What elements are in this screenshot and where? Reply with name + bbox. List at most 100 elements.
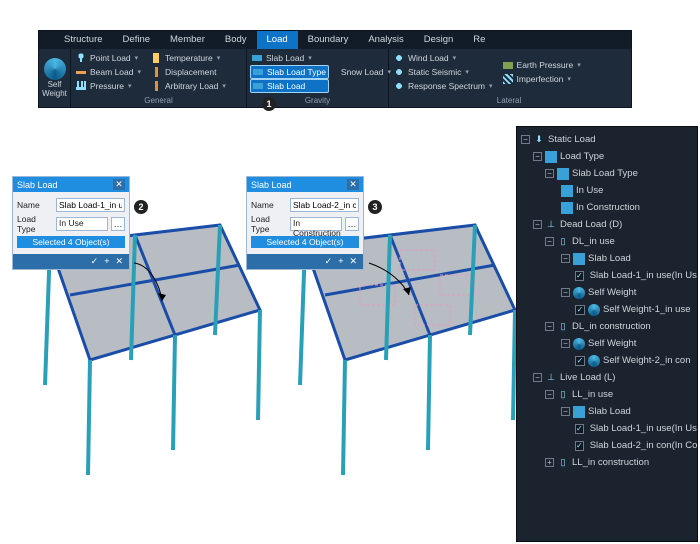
tree-slab-load-2g[interactable]: −Slab Load	[521, 403, 695, 420]
earth-icon	[503, 60, 513, 70]
static-seismic-button[interactable]: Static Seismic▾	[392, 65, 495, 79]
check-icon[interactable]: ✓	[575, 271, 584, 281]
tree-live-load[interactable]: −⊥Live Load (L)	[521, 369, 695, 386]
earth-pressure-button[interactable]: Earth Pressure▾	[501, 58, 583, 72]
tree-self-weight-1[interactable]: ✓Self Weight-1_in use	[521, 301, 695, 318]
check-icon[interactable]: ✓	[575, 356, 585, 366]
static-load-icon: ⬇	[533, 134, 545, 146]
self-weight-item-icon2	[588, 355, 600, 367]
callout-badge-1: 1	[262, 97, 276, 111]
wind-icon	[394, 53, 404, 63]
tab-body[interactable]: Body	[215, 31, 257, 49]
callout-line-3	[355, 215, 425, 305]
tree-static-load[interactable]: −⬇Static Load	[521, 131, 695, 148]
slab-load-icon2	[253, 81, 263, 91]
dialog2-type-label: Load Type	[251, 214, 287, 234]
dialog1-type-select[interactable]: In Use	[56, 217, 108, 231]
tree-slab-load-1b[interactable]: ✓Slab Load-1_in use(In Use)	[521, 420, 695, 437]
tree-self-weight-2[interactable]: ✓Self Weight-2_in con	[521, 352, 695, 369]
response-icon	[394, 81, 404, 91]
arbitrary-load-button[interactable]: Arbitrary Load▾	[149, 79, 228, 93]
tree-slab-load-2[interactable]: ✓Slab Load-2_in con(In Construction)	[521, 437, 695, 454]
tree-in-use[interactable]: In Use	[521, 182, 695, 199]
self-weight-icon	[573, 287, 585, 299]
tree-dead-load[interactable]: −⊥Dead Load (D)	[521, 216, 695, 233]
dialog2-name-input[interactable]	[290, 198, 359, 212]
ll-use-icon: ▯	[557, 389, 569, 401]
tree-dl-in-con[interactable]: −▯DL_in construction	[521, 318, 695, 335]
imperfection-button[interactable]: Imperfection▾	[501, 72, 583, 86]
point-load-icon	[76, 53, 86, 63]
self-weight-label: Self Weight	[39, 80, 70, 98]
response-spectrum-button[interactable]: Response Spectrum▾	[392, 79, 495, 93]
tab-boundary[interactable]: Boundary	[298, 31, 359, 49]
tree-ll-in-con[interactable]: +▯LL_in construction	[521, 454, 695, 471]
tree-self-weight-1g[interactable]: −Self Weight	[521, 284, 695, 301]
self-weight-item-icon	[588, 304, 600, 316]
dl-use-icon: ▯	[557, 236, 569, 248]
seismic-icon	[394, 67, 404, 77]
dialog2-type-select[interactable]: In Construction	[290, 217, 342, 231]
dialog2-ok-button[interactable]: ✓	[325, 256, 333, 267]
dialog1-close-icon[interactable]: ✕	[113, 179, 125, 190]
check-icon[interactable]: ✓	[575, 424, 584, 434]
dialog2-title: Slab Load	[251, 180, 292, 190]
self-weight-icon2	[573, 338, 585, 350]
tab-define[interactable]: Define	[113, 31, 160, 49]
check-icon[interactable]: ✓	[575, 305, 585, 315]
slab-load-type-icon	[253, 67, 263, 77]
dialog1-selection[interactable]: Selected 4 Object(s)	[17, 236, 125, 248]
tree-dl-in-use[interactable]: −▯DL_in use	[521, 233, 695, 250]
tree-ll-in-use[interactable]: −▯LL_in use	[521, 386, 695, 403]
tab-re[interactable]: Re	[463, 31, 495, 49]
dialog1-add-button[interactable]: +	[104, 256, 109, 267]
displacement-button[interactable]: Displacement	[149, 65, 228, 79]
pressure-icon	[76, 81, 86, 91]
slab-load-dialog-1: Slab Load✕ Name Load TypeIn Use… Selecte…	[12, 176, 130, 270]
slab-load-group-icon2	[573, 406, 585, 418]
slab-load-dialog-2: Slab Load ✕ Name Load TypeIn Construction…	[246, 176, 364, 270]
tab-member[interactable]: Member	[160, 31, 215, 49]
temperature-icon	[151, 53, 161, 63]
tree-in-construction[interactable]: In Construction	[521, 199, 695, 216]
ribbon-tabs: Structure Define Member Body Load Bounda…	[39, 31, 631, 49]
dialog1-name-label: Name	[17, 200, 53, 210]
beam-load-button[interactable]: Beam Load▾	[74, 65, 143, 79]
slab-load-button[interactable]: Slab Load	[250, 79, 329, 93]
self-weight-icon	[44, 58, 66, 80]
in-con-icon	[561, 202, 573, 214]
pressure-button[interactable]: Pressure▾	[74, 79, 143, 93]
dialog2-close-icon[interactable]: ✕	[347, 179, 359, 190]
tab-analysis[interactable]: Analysis	[358, 31, 413, 49]
dl-con-icon: ▯	[557, 321, 569, 333]
tree-load-type[interactable]: −Load Type	[521, 148, 695, 165]
point-load-button[interactable]: Point Load▾	[74, 51, 143, 65]
tab-load[interactable]: Load	[257, 31, 298, 49]
slab-load-type-icon	[557, 168, 569, 180]
self-weight-button[interactable]: Self Weight	[39, 49, 70, 107]
arbitrary-load-icon	[151, 81, 161, 91]
dialog1-name-input[interactable]	[56, 198, 125, 212]
ribbon: Structure Define Member Body Load Bounda…	[38, 30, 632, 108]
slab-load-type-button[interactable]: Slab Load Type	[250, 65, 329, 79]
slab-load-dropdown[interactable]: Slab Load▾	[250, 51, 329, 65]
works-tree: −⬇Static Load −Load Type −Slab Load Type…	[516, 126, 698, 542]
check-icon[interactable]: ✓	[575, 441, 584, 451]
tab-structure[interactable]: Structure	[54, 31, 113, 49]
temperature-button[interactable]: Temperature▾	[149, 51, 228, 65]
callout-line-2	[120, 215, 180, 305]
callout-badge-3: 3	[368, 200, 382, 214]
tree-slab-load-1g[interactable]: −Slab Load	[521, 250, 695, 267]
tree-self-weight-2g[interactable]: −Self Weight	[521, 335, 695, 352]
displacement-icon	[151, 67, 161, 77]
dialog2-name-label: Name	[251, 200, 287, 210]
tree-slab-load-type[interactable]: −Slab Load Type	[521, 165, 695, 182]
dialog1-ok-button[interactable]: ✓	[91, 256, 99, 267]
tab-design[interactable]: Design	[414, 31, 464, 49]
wind-load-button[interactable]: Wind Load▾	[392, 51, 495, 65]
dialog2-selection[interactable]: Selected 4 Object(s)	[251, 236, 359, 248]
tree-slab-load-1[interactable]: ✓Slab Load-1_in use(In Use)	[521, 267, 695, 284]
group-lateral-label: Lateral	[389, 95, 629, 107]
snow-load-button[interactable]: Snow Load▾	[335, 65, 387, 79]
dialog2-add-button[interactable]: +	[338, 256, 343, 267]
